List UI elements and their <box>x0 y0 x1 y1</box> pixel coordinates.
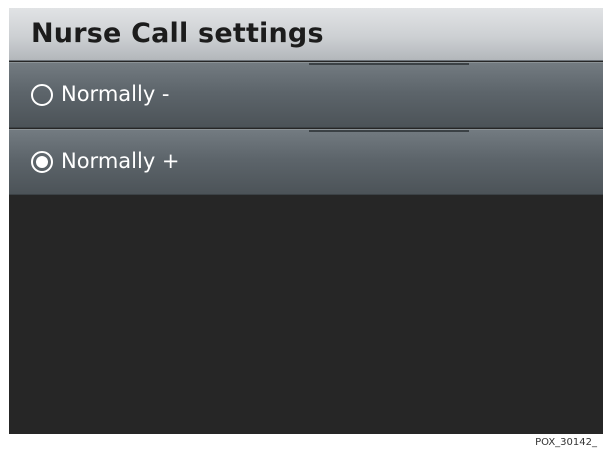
option-normally-plus[interactable]: Normally + <box>9 129 603 195</box>
divider <box>309 63 469 65</box>
radio-selected-icon[interactable] <box>31 151 53 173</box>
header-bar: Nurse Call settings <box>9 8 603 61</box>
screen: Nurse Call settings Normally - Normally … <box>9 8 603 434</box>
figure-id: POX_30142_ <box>535 437 597 448</box>
option-label: Normally + <box>61 149 180 173</box>
divider <box>309 130 469 132</box>
content-area <box>9 196 603 434</box>
radio-dot <box>36 156 48 168</box>
option-label: Normally - <box>61 82 170 106</box>
radio-unselected-icon[interactable] <box>31 84 53 106</box>
option-normally-minus[interactable]: Normally - <box>9 62 603 128</box>
page-title: Nurse Call settings <box>31 18 324 49</box>
